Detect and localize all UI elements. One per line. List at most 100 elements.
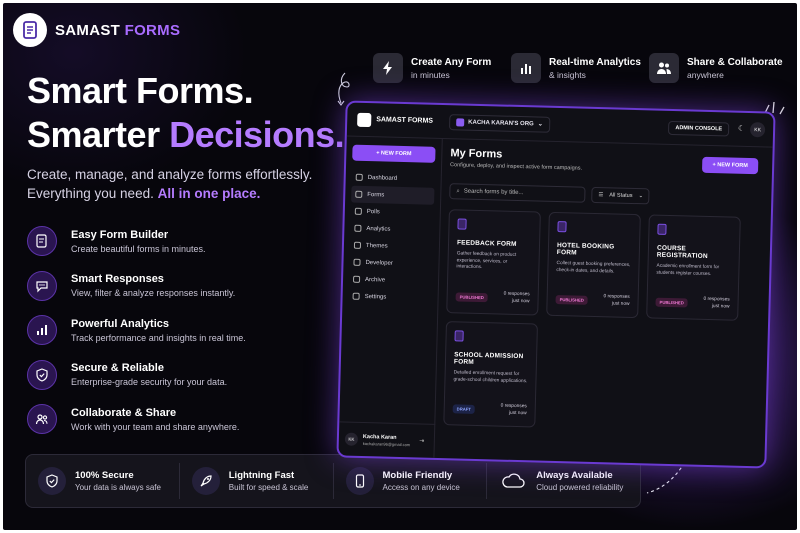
admin-console-button[interactable]: ADMIN CONSOLE xyxy=(668,120,730,137)
archive-icon xyxy=(352,275,361,283)
cloud-icon xyxy=(499,467,527,495)
benefit-item: Mobile Friendly Access on any device xyxy=(332,463,487,499)
team-icon xyxy=(27,404,57,435)
brand-name-accent: FORMS xyxy=(124,21,181,39)
sidebar-item-developer[interactable]: Developer xyxy=(349,254,432,273)
polls-icon xyxy=(354,207,362,215)
new-form-button[interactable]: + NEW FORM xyxy=(352,144,436,163)
form-card[interactable]: FEEDBACK FORM Gather feedback on product… xyxy=(446,209,541,316)
sidebar-item-label: Settings xyxy=(364,293,387,301)
status-badge: PUBLISHED xyxy=(655,297,688,308)
sidebar-item-archive[interactable]: Archive xyxy=(349,271,432,290)
org-switcher[interactable]: KACHA KARAN'S ORG ⌄ xyxy=(449,113,550,133)
hero-line-2: Smarter Decisions. xyxy=(27,113,345,157)
feature-item: Collaborate & Share Work with your team a… xyxy=(27,397,347,442)
sidebar-item-settings[interactable]: Settings xyxy=(348,288,431,307)
form-card[interactable]: HOTEL BOOKING FORM Collect guest booking… xyxy=(546,211,641,319)
hero-line-2-accent: Decisions. xyxy=(169,114,345,155)
document-icon xyxy=(457,218,467,230)
bar-chart-icon xyxy=(511,53,541,83)
benefit-sub: Your data is always safe xyxy=(75,483,161,492)
highlight-analytics: Real-time Analytics & insights xyxy=(511,53,641,83)
benefit-sub: Cloud powered reliability xyxy=(536,483,624,492)
form-card-responses: 0 responses xyxy=(603,294,630,300)
moon-icon[interactable]: ☾ xyxy=(738,124,745,133)
gear-icon xyxy=(352,292,360,300)
form-card-responses: 0 responses xyxy=(500,403,527,410)
form-card-time: just now xyxy=(611,300,630,307)
search-icon: ⌕ xyxy=(456,187,460,194)
form-card-time: just now xyxy=(511,298,530,304)
document-icon xyxy=(557,221,567,233)
avatar[interactable]: KK xyxy=(749,122,766,138)
search-input[interactable]: ⌕ Search forms by title... xyxy=(449,183,586,203)
benefit-title: Mobile Friendly xyxy=(382,470,453,481)
highlight-create: Create Any Form in minutes xyxy=(373,53,491,83)
sidebar-item-polls[interactable]: Polls xyxy=(351,203,434,222)
form-card-desc: Academic enrollment form for students re… xyxy=(656,263,720,277)
sidebar-item-label: Archive xyxy=(364,276,386,284)
feature-desc: View, filter & analyze responses instant… xyxy=(71,288,236,299)
brand-logo: SAMAST FORMS xyxy=(13,13,180,47)
form-card-responses: 0 responses xyxy=(503,291,530,298)
users-icon xyxy=(649,53,679,83)
form-card[interactable]: SCHOOL ADMISSION FORM Detailed enrollmen… xyxy=(443,321,538,428)
hero-sub-1: Create, manage, and analyze forms effort… xyxy=(27,167,313,182)
sidebar-item-themes[interactable]: Themes xyxy=(350,237,433,256)
hero-subtitle: Create, manage, and analyze forms effort… xyxy=(27,165,312,203)
sidebar-item-dashboard[interactable]: Dashboard xyxy=(352,169,435,188)
hero-sub-2: Everything you need. All in one place. xyxy=(27,184,312,203)
form-card[interactable]: COURSE REGISTRATION Academic enrollment … xyxy=(646,214,741,321)
benefit-item: 100% Secure Your data is always safe xyxy=(26,463,179,499)
hero-sub-2-plain: Everything you need. xyxy=(27,186,158,201)
benefit-sub: Built for speed & scale xyxy=(228,483,309,492)
form-card-responses: 0 responses xyxy=(703,296,730,303)
status-badge: DRAFT xyxy=(452,404,476,414)
sidebar-item-label: Forms xyxy=(367,191,385,198)
status-filter[interactable]: ☰ All Status ⌄ xyxy=(591,186,650,205)
app-sidebar: + NEW FORM Dashboard Forms Polls Analyti… xyxy=(338,136,443,458)
brand-name: SAMAST FORMS xyxy=(55,22,180,39)
feature-title: Powerful Analytics xyxy=(71,317,170,330)
feature-title: Collaborate & Share xyxy=(71,406,177,419)
form-card-title: HOTEL BOOKING FORM xyxy=(556,242,615,257)
search-placeholder: Search forms by title... xyxy=(463,188,524,197)
sidebar-item-label: Developer xyxy=(365,259,393,267)
user-profile[interactable]: KK Kacha Karan kachakaran96@gmail.com ⇥ xyxy=(338,421,436,458)
highlight-sub: in minutes xyxy=(411,69,450,80)
highlight-title: Real-time Analytics xyxy=(549,56,641,68)
analytics-icon xyxy=(354,224,362,232)
new-form-button-main[interactable]: + NEW FORM xyxy=(701,156,759,175)
hero-line-2-plain: Smarter xyxy=(27,114,170,155)
feature-item: Secure & Reliable Enterprise-grade securi… xyxy=(27,353,347,398)
palette-icon xyxy=(353,241,362,249)
hero-sub-2-accent: All in one place. xyxy=(157,186,261,201)
org-name: KACHA KARAN'S ORG xyxy=(468,119,534,127)
sidebar-item-analytics[interactable]: Analytics xyxy=(350,220,433,239)
hero-title: Smart Forms. Smarter Decisions. xyxy=(27,69,345,157)
logout-icon[interactable]: ⇥ xyxy=(419,437,424,444)
sidebar-item-forms[interactable]: Forms xyxy=(351,185,435,205)
shield-icon xyxy=(27,359,57,390)
analytics-icon xyxy=(27,315,57,346)
org-icon xyxy=(456,117,465,127)
feature-item: Powerful Analytics Track performance and … xyxy=(27,308,347,353)
feature-item: Easy Form Builder Create beautiful forms … xyxy=(27,219,347,264)
form-card-desc: Detailed enrollment request for grade-sc… xyxy=(453,370,528,384)
feature-desc: Create beautiful forms in minutes. xyxy=(71,243,206,254)
feature-title: Easy Form Builder xyxy=(71,228,169,241)
benefit-sub: Access on any device xyxy=(382,483,460,492)
benefit-item: Always Available Cloud powered reliabilit… xyxy=(486,463,640,499)
form-card-time: just now xyxy=(711,303,730,310)
app-screenshot: SAMAST FORMS KACHA KARAN'S ORG ⌄ ADMIN CO… xyxy=(336,100,776,469)
rocket-icon xyxy=(191,467,220,495)
benefit-title: Always Available xyxy=(536,470,613,481)
sidebar-item-label: Analytics xyxy=(366,225,391,233)
avatar: KK xyxy=(344,432,359,446)
promo-page: SAMAST FORMS Smart Forms. Smarter Decisi… xyxy=(3,3,797,530)
feature-list: Easy Form Builder Create beautiful forms … xyxy=(27,219,347,442)
sidebar-item-label: Polls xyxy=(366,208,380,215)
highlight-sub: anywhere xyxy=(687,69,724,80)
bolt-icon xyxy=(373,53,403,83)
feature-title: Smart Responses xyxy=(71,273,164,286)
